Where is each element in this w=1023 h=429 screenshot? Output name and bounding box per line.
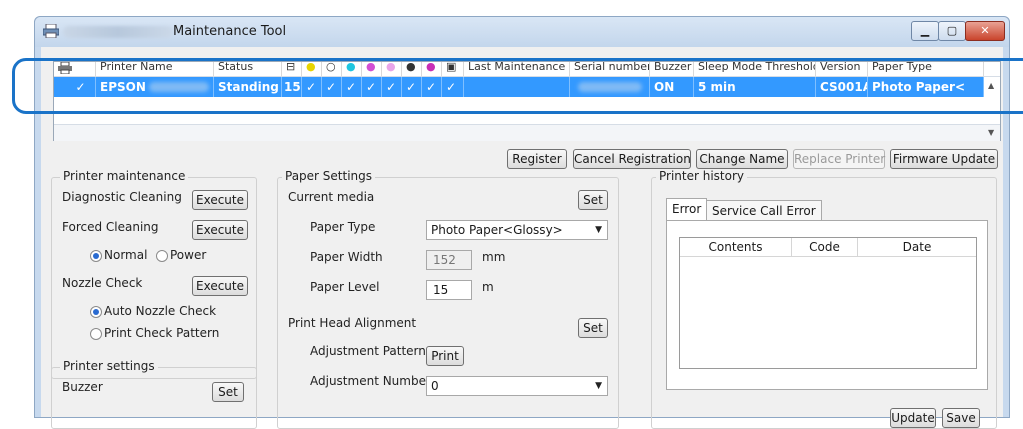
adjustment-pattern-label: Adjustment Pattern <box>310 344 426 358</box>
printer-history-group: Printer history Error Service Call Error… <box>651 169 997 429</box>
maximize-icon: ▢ <box>946 24 958 37</box>
forced-cleaning-execute-button[interactable]: Execute <box>192 220 248 240</box>
chevron-down-icon: ▼ <box>595 381 602 391</box>
paper-level-unit: m <box>482 280 494 294</box>
chevron-down-icon: ▼ <box>595 225 602 235</box>
adjustment-number-label: Adjustment Number <box>310 374 431 388</box>
column-date[interactable]: Date <box>858 238 976 256</box>
print-head-alignment-set-button[interactable]: Set <box>578 318 608 338</box>
history-update-button[interactable]: Update <box>890 408 936 428</box>
normal-label: Normal <box>104 248 148 262</box>
current-media-label: Current media <box>288 190 375 204</box>
nozzle-check-execute-button[interactable]: Execute <box>192 276 248 296</box>
print-check-pattern-radio[interactable] <box>90 328 102 340</box>
printer-history-title: Printer history <box>656 169 748 183</box>
paper-level-input[interactable]: 15 <box>426 280 472 300</box>
paper-settings-group: Paper Settings Current media Set Paper T… <box>277 169 619 429</box>
buzzer-set-button[interactable]: Set <box>212 382 244 402</box>
highlight-ring <box>12 58 1023 114</box>
adjustment-pattern-print-button[interactable]: Print <box>426 346 464 366</box>
nozzle-check-label: Nozzle Check <box>62 276 143 290</box>
paper-width-unit: mm <box>482 250 506 264</box>
paper-width-input[interactable]: 152 <box>426 250 472 270</box>
minimize-icon: ▁ <box>920 24 930 37</box>
firmware-update-button[interactable]: Firmware Update <box>890 149 998 169</box>
diagnostic-cleaning-label: Diagnostic Cleaning <box>62 190 182 204</box>
auto-nozzle-check-radio[interactable] <box>90 306 102 318</box>
paper-type-value: Photo Paper<Glossy> <box>431 223 563 237</box>
normal-radio[interactable] <box>90 250 102 262</box>
power-radio[interactable] <box>156 250 168 262</box>
adjustment-number-value: 0 <box>431 379 439 393</box>
print-head-alignment-label: Print Head Alignment <box>288 316 417 330</box>
printer-maintenance-title: Printer maintenance <box>60 169 189 183</box>
printer-maintenance-group: Printer maintenance Diagnostic Cleaning … <box>51 169 257 379</box>
redacted-app-name <box>63 26 173 38</box>
printer-settings-group: Printer settings Buzzer Set <box>51 359 257 429</box>
printer-settings-title: Printer settings <box>60 359 158 373</box>
auto-nozzle-check-label: Auto Nozzle Check <box>104 304 217 318</box>
cancel-registration-button[interactable]: Cancel Registration <box>573 149 691 169</box>
print-check-pattern-label: Print Check Pattern <box>104 326 220 340</box>
header-divider <box>680 256 976 257</box>
close-icon: ✕ <box>980 24 990 37</box>
tab-error[interactable]: Error <box>666 198 708 220</box>
close-button[interactable]: ✕ <box>965 21 1005 41</box>
paper-settings-title: Paper Settings <box>282 169 376 183</box>
scroll-down-icon[interactable]: ▼ <box>988 128 994 137</box>
grid-footer <box>54 124 1000 141</box>
forced-cleaning-label: Forced Cleaning <box>62 220 159 234</box>
buzzer-label: Buzzer <box>62 380 103 394</box>
maximize-button[interactable]: ▢ <box>938 21 966 41</box>
column-code[interactable]: Code <box>792 238 858 256</box>
paper-width-label: Paper Width <box>310 250 383 264</box>
power-label: Power <box>170 248 207 262</box>
tab-service-call-error[interactable]: Service Call Error <box>706 200 822 220</box>
history-save-button[interactable]: Save <box>942 408 980 428</box>
adjustment-number-select[interactable]: 0 ▼ <box>426 376 608 396</box>
diagnostic-cleaning-execute-button[interactable]: Execute <box>192 190 248 210</box>
minimize-button[interactable]: ▁ <box>911 21 939 41</box>
paper-level-label: Paper Level <box>310 280 380 294</box>
paper-type-select[interactable]: Photo Paper<Glossy> ▼ <box>426 220 608 240</box>
title-bar[interactable]: Maintenance Tool ▁ ▢ ✕ <box>35 17 1009 47</box>
current-media-set-button[interactable]: Set <box>578 190 608 210</box>
history-table[interactable]: Contents Code Date <box>679 237 977 369</box>
change-name-button[interactable]: Change Name <box>696 149 788 169</box>
printer-app-icon <box>43 24 59 38</box>
register-button[interactable]: Register <box>507 149 567 169</box>
window-title: Maintenance Tool <box>173 24 287 39</box>
history-tab-panel: Contents Code Date <box>666 220 988 390</box>
replace-printer-button[interactable]: Replace Printer <box>793 149 885 169</box>
paper-type-label: Paper Type <box>310 220 376 234</box>
column-contents[interactable]: Contents <box>680 238 792 256</box>
